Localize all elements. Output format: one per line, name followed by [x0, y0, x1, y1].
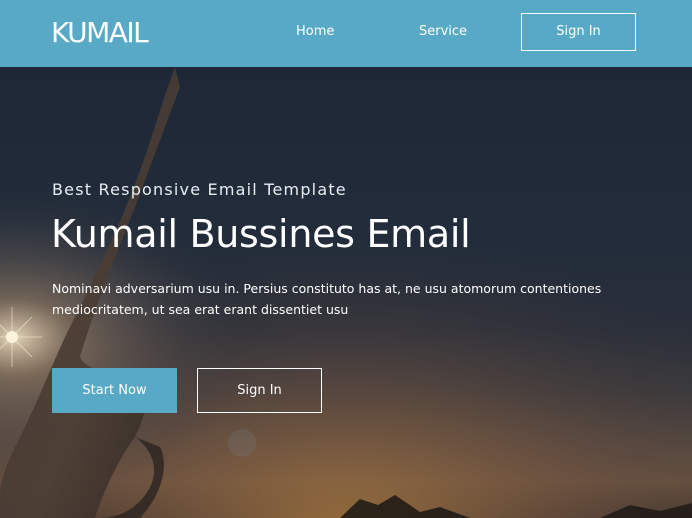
hero-sign-in-button[interactable]: Sign In	[197, 368, 322, 413]
brand-logo[interactable]: KUMAIL	[51, 17, 149, 49]
email-template-page: KUMAIL Home Service Sign In Best Respons…	[0, 0, 692, 518]
nav-sign-in-button[interactable]: Sign In	[521, 13, 636, 51]
top-navbar: KUMAIL Home Service Sign In	[0, 0, 692, 67]
hero-description: Nominavi adversarium usu in. Persius con…	[52, 281, 602, 317]
nav-service-link[interactable]: Service	[419, 24, 467, 40]
start-now-button[interactable]: Start Now	[52, 368, 177, 413]
nav-home-link[interactable]: Home	[296, 24, 334, 40]
hero-subtitle: Best Responsive Email Template	[52, 180, 347, 199]
hero-title: Kumail Bussines Email	[51, 212, 471, 256]
